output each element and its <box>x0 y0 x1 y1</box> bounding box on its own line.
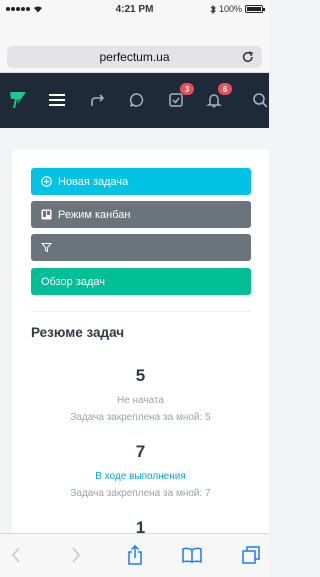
stat-assigned: Задача закреплена за мной: 5 <box>70 412 211 423</box>
menu-icon[interactable] <box>47 90 67 110</box>
browser-toolbar <box>0 533 269 577</box>
bluetooth-icon <box>210 4 216 14</box>
chat-icon[interactable] <box>127 90 147 110</box>
logo-icon[interactable] <box>8 90 28 110</box>
tasks-badge: 3 <box>180 83 194 95</box>
plus-circle-icon <box>41 176 52 187</box>
share-icon[interactable] <box>124 545 146 565</box>
stat-in-progress: 7 В ходе выполнения Задача закреплена за… <box>12 442 269 499</box>
forward-icon[interactable] <box>65 545 87 565</box>
kanban-icon <box>41 209 52 220</box>
address-bar[interactable]: perfectum.ua <box>7 46 262 68</box>
url-text: perfectum.ua <box>99 50 170 64</box>
battery-percent: 100% <box>218 4 242 14</box>
divider <box>31 311 251 312</box>
reload-icon[interactable] <box>240 49 256 65</box>
signal-icon <box>6 7 30 11</box>
share-arrow-icon[interactable] <box>88 90 108 110</box>
page-content: Новая задача Режим канбан Обзор задач Ре… <box>0 128 269 533</box>
new-task-label: Новая задача <box>58 175 129 188</box>
stat-count: 1 <box>135 518 146 533</box>
notifications-badge: 6 <box>218 83 232 95</box>
task-overview-button[interactable]: Обзор задач <box>31 268 251 295</box>
search-icon[interactable] <box>250 90 270 110</box>
stat-assigned: Задача закреплена за мной: 7 <box>70 488 211 499</box>
ios-status-bar: 4:21 PM 100% <box>0 0 269 18</box>
back-icon[interactable] <box>5 545 27 565</box>
task-overview-label: Обзор задач <box>41 275 106 288</box>
filter-button[interactable] <box>31 234 251 261</box>
app-header: 3 6 <box>0 73 269 128</box>
stat-label[interactable]: В ходе выполнения <box>12 471 269 482</box>
stat-count: 5 <box>135 366 146 385</box>
tasks-card: Новая задача Режим канбан Обзор задач Ре… <box>12 150 269 533</box>
new-task-button[interactable]: Новая задача <box>31 168 251 195</box>
kanban-mode-button[interactable]: Режим канбан <box>31 201 251 228</box>
status-time: 4:21 PM <box>115 3 154 15</box>
kanban-mode-label: Режим канбан <box>58 208 131 221</box>
stat-count: 7 <box>135 442 146 461</box>
bell-icon[interactable]: 6 <box>204 83 232 110</box>
battery-icon <box>245 5 265 13</box>
summary-title: Резюме задач <box>31 325 125 340</box>
stat-not-started: 5 Не начата Задача закреплена за мной: 5 <box>12 366 269 423</box>
filter-icon <box>41 243 52 253</box>
bookmarks-icon[interactable] <box>181 545 203 565</box>
stat-third: 1 <box>12 518 269 533</box>
battery-group: 100% <box>210 4 265 14</box>
browser-chrome-top: perfectum.ua <box>0 18 269 73</box>
tabs-icon[interactable] <box>240 545 262 565</box>
signal-wifi-group <box>6 5 43 13</box>
tasks-icon[interactable]: 3 <box>166 83 194 110</box>
wifi-icon <box>34 6 42 13</box>
stat-label[interactable]: Не начата <box>12 395 269 406</box>
